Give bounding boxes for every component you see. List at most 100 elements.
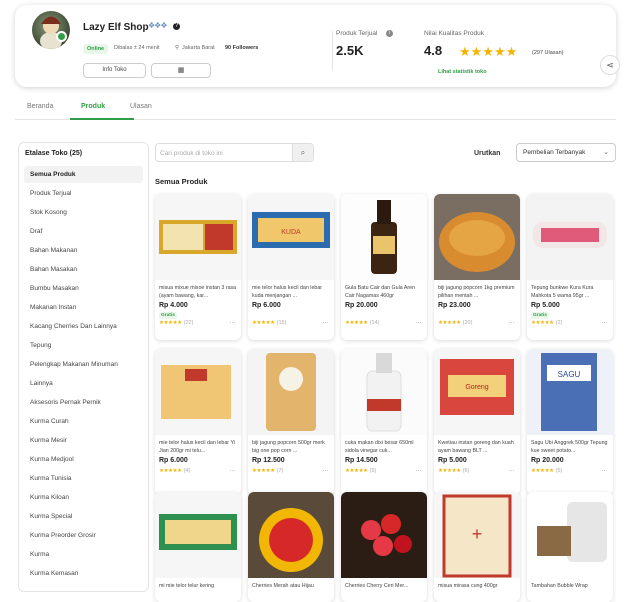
product-image[interactable]: [341, 194, 427, 280]
tab-produk[interactable]: Produk: [81, 103, 105, 110]
sort-dropdown[interactable]: Pembelian Terbanyak ⌄: [516, 143, 616, 162]
product-card[interactable]: mi mie telor telur kering: [155, 492, 241, 602]
product-name[interactable]: Sagu Ubi Anggrek 500gr Tepung kue sweet …: [531, 439, 611, 455]
product-name[interactable]: Kwetiau instan goreng dan kuah ayam bawa…: [438, 439, 518, 455]
info-icon[interactable]: i: [386, 30, 393, 37]
product-image[interactable]: [341, 492, 427, 578]
search-icon: ⌕: [300, 148, 306, 157]
sidebar-item[interactable]: Semua Produk: [24, 166, 143, 183]
product-card[interactable]: Goreng Kwetiau instan goreng dan kuah aya…: [434, 349, 520, 495]
sidebar-item[interactable]: Lainnya: [24, 375, 143, 392]
clipboard-button[interactable]: ▦: [151, 63, 211, 78]
sidebar-item[interactable]: Kurma Mesir: [24, 432, 143, 449]
product-card[interactable]: cuka makan dixi besar 650ml sidola vineg…: [341, 349, 427, 495]
product-card[interactable]: Cherries Cherry Ceri Mer...: [341, 492, 427, 602]
search-input[interactable]: [160, 146, 290, 160]
sidebar-item[interactable]: Pelengkap Makanan Minuman: [24, 356, 143, 373]
sidebar-item[interactable]: Kurma Tunisia: [24, 470, 143, 487]
product-card[interactable]: biji jagung popcorn 500gr merk big one p…: [248, 349, 334, 495]
sidebar-item[interactable]: Kurma Curah: [24, 413, 143, 430]
tab-ulasan[interactable]: Ulasan: [130, 103, 152, 110]
sidebar-item[interactable]: Kurma Special: [24, 508, 143, 525]
more-options-icon[interactable]: …: [601, 318, 608, 325]
more-options-icon[interactable]: …: [322, 318, 329, 325]
sidebar-item[interactable]: Aksesoris Pernak Pernik: [24, 394, 143, 411]
rating-stars: ★★★★★: [345, 468, 368, 474]
product-card[interactable]: KUDA mie telor halus kecil dan lebar kuda…: [248, 194, 334, 340]
share-button[interactable]: ⋖: [600, 55, 620, 75]
product-card[interactable]: Gula Batu Cair dan Gula Aren Cair Nagama…: [341, 194, 427, 340]
more-options-icon[interactable]: …: [229, 466, 236, 473]
sold-value: 2.5K: [336, 43, 364, 58]
product-name[interactable]: biji jagung popcorn 500gr merk big one p…: [252, 439, 332, 455]
product-name[interactable]: mie telor halus kecil dan lebar Yi Jian …: [159, 439, 239, 455]
sidebar-item[interactable]: Kurma Preorder Grosir: [24, 527, 143, 544]
more-options-icon[interactable]: …: [508, 466, 515, 473]
product-card[interactable]: Tambahan Bubble Wrap: [527, 492, 613, 602]
info-toko-button[interactable]: Info Toko: [83, 63, 146, 78]
product-card[interactable]: Cherries Merah atau Hijau: [248, 492, 334, 602]
more-options-icon[interactable]: …: [601, 466, 608, 473]
more-options-icon[interactable]: …: [229, 318, 236, 325]
info-icon[interactable]: ?: [173, 23, 180, 30]
product-image[interactable]: KUDA: [248, 194, 334, 280]
product-image[interactable]: [341, 349, 427, 435]
product-name[interactable]: Tepung bunkwe Kura Kura Mahkota 5 wama 9…: [531, 284, 611, 300]
sidebar-item[interactable]: Kurma Medjool: [24, 451, 143, 468]
sidebar-item[interactable]: Makanan Instan: [24, 299, 143, 316]
product-card[interactable]: misua mixue mixoe instan 3 rasa (ayam ba…: [155, 194, 241, 340]
sidebar-item[interactable]: Bahan Masakan: [24, 261, 143, 278]
product-card[interactable]: Tepung bunkwe Kura Kura Mahkota 5 wama 9…: [527, 194, 613, 340]
sidebar-item[interactable]: Draf: [24, 223, 143, 240]
sidebar-item[interactable]: Produk Terjual: [24, 185, 143, 202]
product-name[interactable]: Tambahan Bubble Wrap: [531, 582, 611, 598]
product-card[interactable]: biji jagung popcorn 1kg premium pilihan …: [434, 194, 520, 340]
tab-beranda[interactable]: Beranda: [27, 103, 53, 110]
product-image[interactable]: SAGU: [527, 349, 613, 435]
rating-stars: ★★★★★: [252, 320, 275, 326]
product-image[interactable]: [527, 194, 613, 280]
product-name[interactable]: mi mie telor telur kering: [159, 582, 239, 598]
product-image[interactable]: [248, 349, 334, 435]
product-card[interactable]: SAGU Sagu Ubi Anggrek 500gr Tepung kue sw…: [527, 349, 613, 495]
product-image[interactable]: [155, 349, 241, 435]
product-image[interactable]: Goreng: [434, 349, 520, 435]
more-options-icon[interactable]: …: [322, 466, 329, 473]
product-name[interactable]: biji jagung popcorn 1kg premium pilihan …: [438, 284, 518, 300]
more-options-icon[interactable]: …: [508, 318, 515, 325]
search-button[interactable]: ⌕: [292, 144, 313, 161]
product-image[interactable]: +: [434, 492, 520, 578]
product-image[interactable]: [155, 492, 241, 578]
product-name[interactable]: misua mixue mixoe instan 3 rasa (ayam ba…: [159, 284, 239, 300]
product-image[interactable]: [155, 194, 241, 280]
product-name[interactable]: mie telor halus kecil dan lebar kuda men…: [252, 284, 332, 300]
sidebar-item[interactable]: Kurma Kiloan: [24, 489, 143, 506]
product-card[interactable]: + misua mirasa cung 400gr: [434, 492, 520, 602]
more-options-icon[interactable]: …: [415, 466, 422, 473]
rating-stars: ★★★★★: [438, 320, 461, 326]
product-name[interactable]: cuka makan dixi besar 650ml sidola vineg…: [345, 439, 425, 455]
sidebar-item[interactable]: Kurma: [24, 546, 143, 563]
shop-stats-link[interactable]: Lihat statistik toko: [438, 69, 487, 75]
product-name[interactable]: Cherries Merah atau Hijau: [252, 582, 332, 598]
sidebar-item[interactable]: Tepung: [24, 337, 143, 354]
rating-stars: ★★★★★: [345, 320, 368, 326]
product-image[interactable]: [527, 492, 613, 578]
sidebar-item[interactable]: Kurma Kemasan: [24, 565, 143, 582]
sidebar-item[interactable]: Bumbu Masakan: [24, 280, 143, 297]
product-name[interactable]: Cherries Cherry Ceri Mer...: [345, 582, 425, 598]
product-image[interactable]: [434, 194, 520, 280]
sort-value: Pembelian Terbanyak: [523, 149, 586, 156]
section-title: Semua Produk: [155, 177, 208, 186]
sidebar-item[interactable]: Kacang Cherries Dan Lainnya: [24, 318, 143, 335]
more-options-icon[interactable]: …: [415, 318, 422, 325]
product-card[interactable]: mie telor halus kecil dan lebar Yi Jian …: [155, 349, 241, 495]
rating-stars: ★★★★★: [438, 468, 461, 474]
product-price: Rp 12.500: [252, 457, 285, 464]
product-name[interactable]: misua mirasa cung 400gr: [438, 582, 518, 598]
shop-avatar[interactable]: [32, 11, 70, 49]
product-name[interactable]: Gula Batu Cair dan Gula Aren Cair Nagama…: [345, 284, 425, 300]
sidebar-item[interactable]: Bahan Makanan: [24, 242, 143, 259]
product-image[interactable]: [248, 492, 334, 578]
sidebar-item[interactable]: Stok Kosong: [24, 204, 143, 221]
